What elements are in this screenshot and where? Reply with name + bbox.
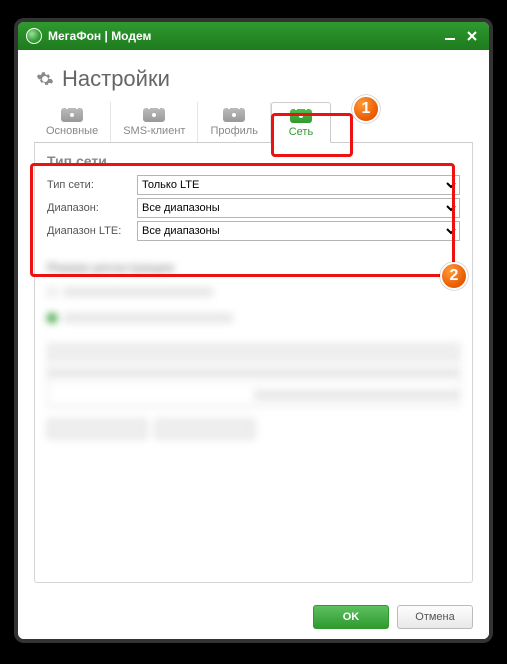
tab-general[interactable]: Основные [34, 102, 111, 142]
close-button[interactable] [463, 28, 481, 44]
ok-button[interactable]: OK [313, 605, 389, 629]
content-area: Настройки Основные SMS-клиент Профиль Се… [18, 50, 489, 593]
key-icon [61, 108, 83, 122]
tab-sms[interactable]: SMS-клиент [111, 102, 198, 142]
tab-label: Профиль [210, 125, 258, 137]
key-icon [143, 108, 165, 122]
section-title: Тип сети [47, 153, 460, 169]
key-icon [290, 109, 312, 123]
tab-label: SMS-клиент [123, 125, 185, 137]
network-type-section: Тип сети Тип сети: Только LTE Диапазон: … [35, 143, 472, 250]
tab-profile[interactable]: Профиль [198, 102, 271, 142]
row-range-lte: Диапазон LTE: Все диапазоны [47, 221, 460, 241]
cancel-button[interactable]: Отмена [397, 605, 473, 629]
tab-panel: Тип сети Тип сети: Только LTE Диапазон: … [34, 143, 473, 583]
label-range: Диапазон: [47, 202, 137, 214]
select-range-lte[interactable]: Все диапазоны [137, 221, 460, 241]
minimize-button[interactable] [441, 28, 459, 44]
blurred-section: Режим регистрации [35, 250, 472, 449]
select-network-type[interactable]: Только LTE [137, 175, 460, 195]
app-window: МегаФон | Модем Настройки Основные SMS-к… [18, 22, 489, 639]
window-title: МегаФон | Модем [48, 29, 151, 43]
blurred-section-title: Режим регистрации [47, 260, 460, 275]
titlebar: МегаФон | Модем [18, 22, 489, 50]
page-title: Настройки [36, 66, 473, 92]
key-icon [223, 108, 245, 122]
tabs: Основные SMS-клиент Профиль Сеть [34, 102, 473, 143]
footer: OK Отмена [18, 595, 489, 639]
tab-label: Сеть [289, 126, 313, 138]
select-range[interactable]: Все диапазоны [137, 198, 460, 218]
page-title-text: Настройки [62, 66, 170, 92]
row-network-type: Тип сети: Только LTE [47, 175, 460, 195]
gear-icon [36, 70, 54, 88]
tab-network[interactable]: Сеть [271, 102, 331, 143]
label-range-lte: Диапазон LTE: [47, 225, 137, 237]
label-network-type: Тип сети: [47, 179, 137, 191]
app-logo-icon [26, 28, 42, 44]
tab-label: Основные [46, 125, 98, 137]
row-range: Диапазон: Все диапазоны [47, 198, 460, 218]
